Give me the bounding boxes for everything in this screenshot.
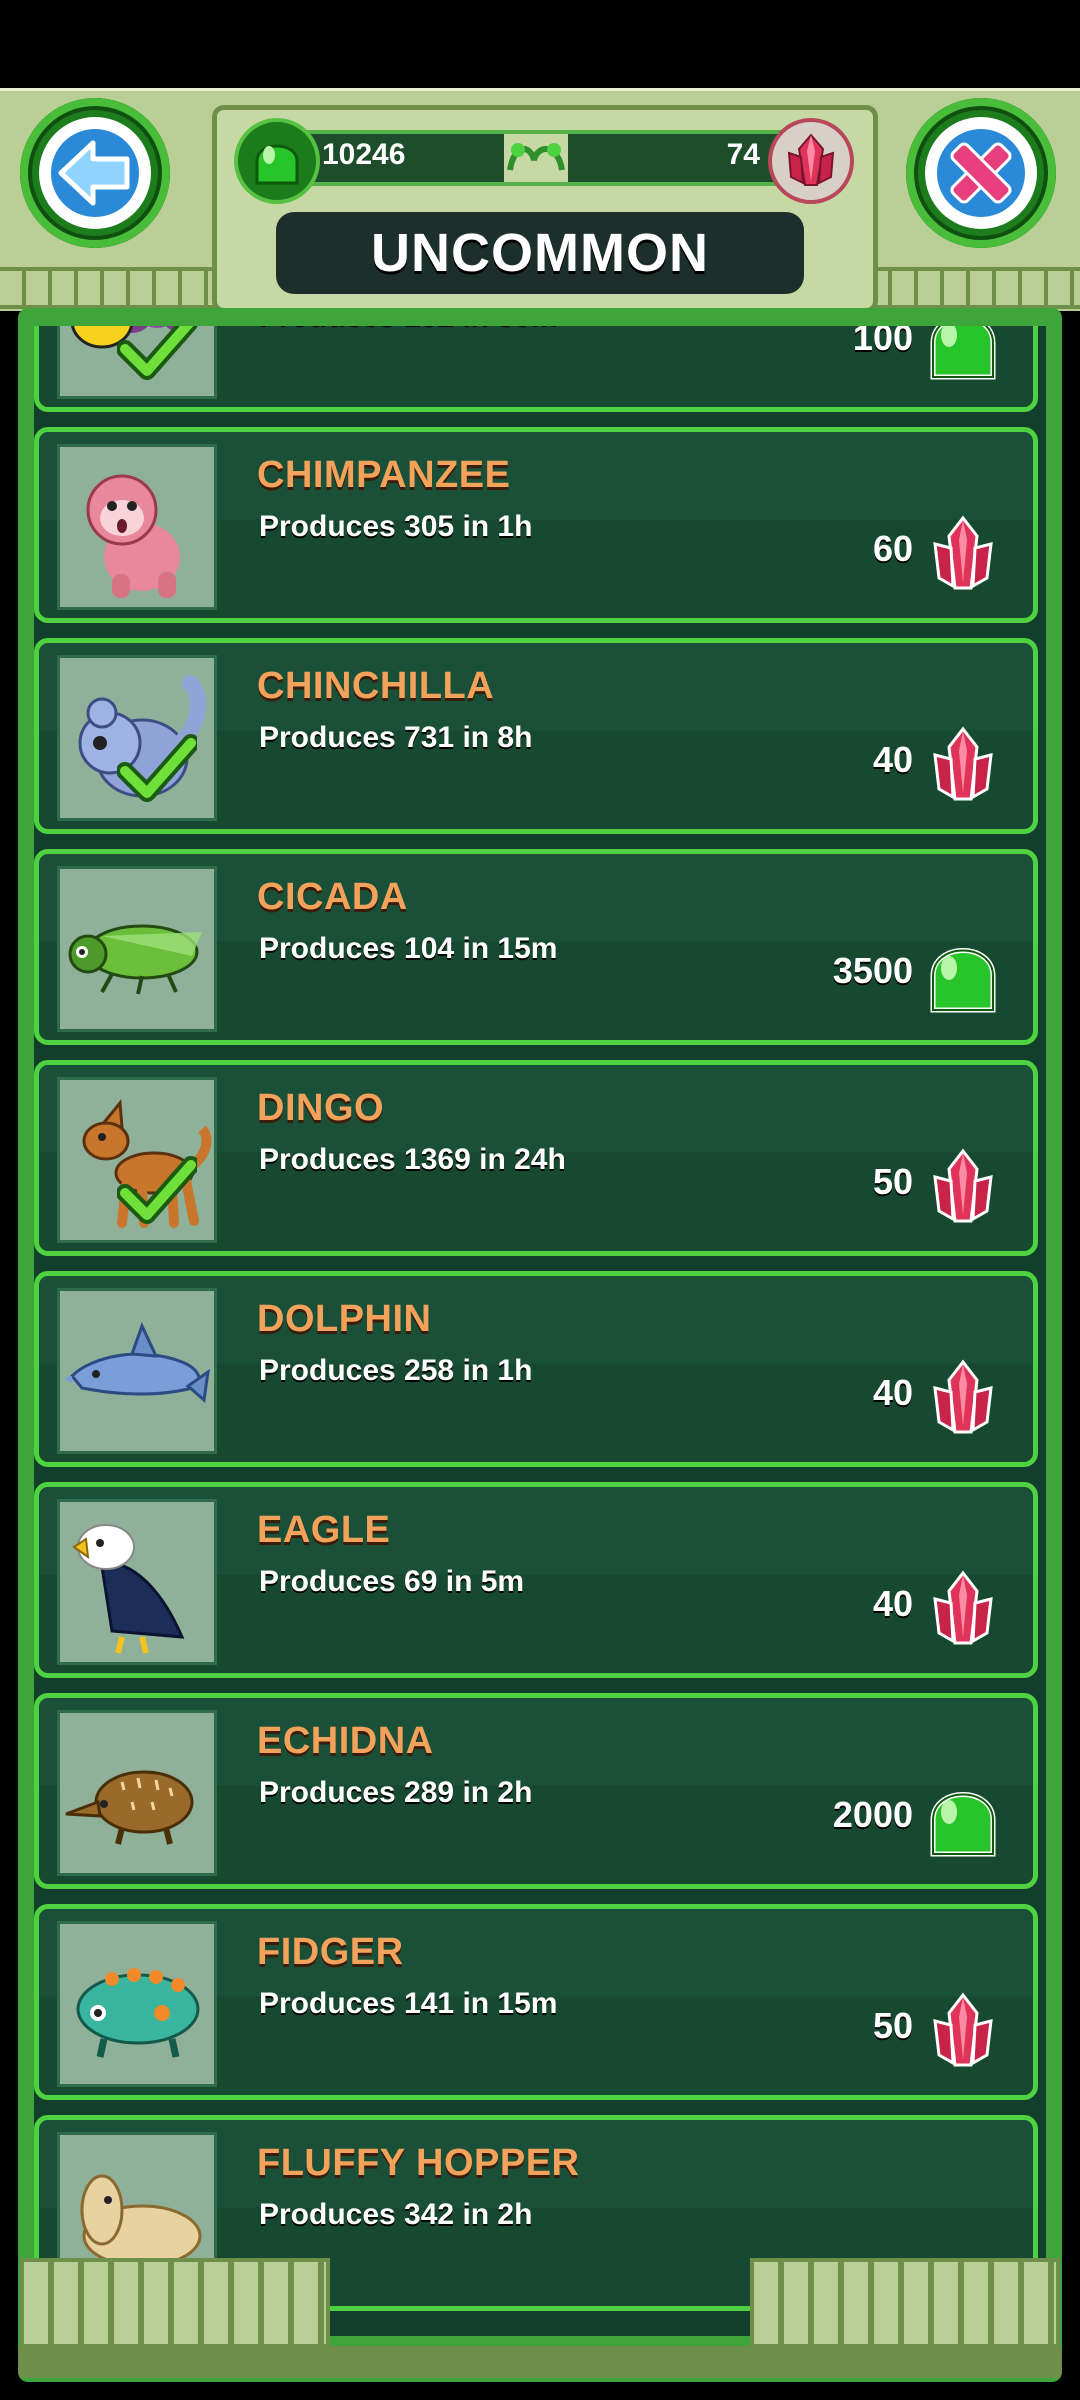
item-name: FIDGER bbox=[257, 1931, 404, 1973]
footer-ornament-left bbox=[20, 2258, 330, 2348]
footer-bar bbox=[18, 2346, 1062, 2378]
owned-check-icon bbox=[116, 727, 200, 807]
item-card-partial[interactable]: Produces 132 in 30m 100 bbox=[34, 326, 1038, 412]
crystal-icon[interactable] bbox=[927, 1358, 999, 1438]
chimpanzee-icon bbox=[57, 444, 217, 610]
item-price[interactable]: 40 bbox=[873, 1372, 913, 1414]
item-production: Produces 305 in 1h bbox=[259, 510, 533, 543]
item-production: Produces 1369 in 24h bbox=[259, 1143, 566, 1176]
item-price[interactable]: 100 bbox=[853, 326, 913, 359]
close-x-icon bbox=[925, 117, 1037, 229]
jelly-icon[interactable] bbox=[927, 936, 999, 1016]
jelly-icon bbox=[255, 144, 299, 185]
item-card-dolphin[interactable]: DOLPHIN Produces 258 in 1h 40 bbox=[34, 1271, 1038, 1467]
currency-divider bbox=[504, 134, 568, 182]
close-button[interactable] bbox=[906, 98, 1056, 248]
item-name: DOLPHIN bbox=[257, 1298, 432, 1340]
fidger-icon bbox=[57, 1921, 217, 2087]
item-card-eagle[interactable]: EAGLE Produces 69 in 5m 40 bbox=[34, 1482, 1038, 1678]
back-button[interactable] bbox=[20, 98, 170, 248]
crystal-icon[interactable] bbox=[927, 514, 999, 594]
item-name: CICADA bbox=[257, 876, 408, 918]
item-price[interactable]: 40 bbox=[873, 739, 913, 781]
jelly-orb bbox=[234, 118, 320, 204]
item-production: Produces 731 in 8h bbox=[259, 721, 533, 754]
item-production: Produces 69 in 5m bbox=[259, 1565, 525, 1598]
item-card-dingo[interactable]: DINGO Produces 1369 in 24h 50 bbox=[34, 1060, 1038, 1256]
crystal-icon[interactable] bbox=[927, 1991, 999, 2071]
header-rail-right bbox=[866, 267, 1080, 309]
item-card-fidger[interactable]: FIDGER Produces 141 in 15m 50 bbox=[34, 1904, 1038, 2100]
item-card-chinchilla[interactable]: CHINCHILLA Produces 731 in 8h 40 bbox=[34, 638, 1038, 834]
item-card-echidna[interactable]: ECHIDNA Produces 289 in 2h 2000 bbox=[34, 1693, 1038, 1889]
eagle-icon bbox=[57, 1499, 217, 1665]
owned-check-icon bbox=[116, 1149, 200, 1229]
item-list-viewport[interactable]: Produces 132 in 30m 100 CHIMPANZEE Produces… bbox=[34, 326, 1046, 2336]
footer-ornament-right bbox=[750, 2258, 1060, 2348]
crystal-icon[interactable] bbox=[927, 1569, 999, 1649]
item-production: Produces 132 in 30m bbox=[259, 326, 557, 333]
item-production: Produces 104 in 15m bbox=[259, 932, 558, 965]
crystal-icon bbox=[787, 133, 835, 186]
item-name: CHINCHILLA bbox=[257, 665, 495, 707]
item-name: DINGO bbox=[257, 1087, 385, 1129]
echidna-icon bbox=[57, 1710, 217, 1876]
crystal-icon[interactable] bbox=[927, 725, 999, 805]
item-price[interactable]: 60 bbox=[873, 528, 913, 570]
jelly-count: 10246 bbox=[322, 138, 406, 171]
crystal-icon[interactable] bbox=[927, 1147, 999, 1227]
dolphin-icon bbox=[57, 1288, 217, 1454]
back-arrow-icon bbox=[39, 117, 151, 229]
item-production: Produces 141 in 15m bbox=[259, 1987, 558, 2020]
jelly-icon[interactable] bbox=[927, 326, 999, 383]
item-name: FLUFFY HOPPER bbox=[257, 2142, 580, 2184]
item-price[interactable]: 3500 bbox=[833, 950, 913, 992]
item-card-chimpanzee[interactable]: CHIMPANZEE Produces 305 in 1h 60 bbox=[34, 427, 1038, 623]
cicada-icon bbox=[57, 866, 217, 1032]
item-name: CHIMPANZEE bbox=[257, 454, 511, 496]
category-title: UNCOMMON bbox=[276, 212, 804, 294]
item-production: Produces 342 in 2h bbox=[259, 2198, 533, 2231]
item-price[interactable]: 2000 bbox=[833, 1794, 913, 1836]
item-price[interactable]: 50 bbox=[873, 1161, 913, 1203]
header-rail-left bbox=[0, 267, 214, 309]
status-bar bbox=[0, 0, 1080, 88]
item-price[interactable]: 40 bbox=[873, 1583, 913, 1625]
crystal-orb bbox=[768, 118, 854, 204]
owned-check-icon bbox=[116, 326, 199, 385]
jelly-icon[interactable] bbox=[927, 1780, 999, 1860]
item-name: EAGLE bbox=[257, 1509, 391, 1551]
item-production: Produces 289 in 2h bbox=[259, 1776, 533, 1809]
crystal-count: 74 bbox=[726, 138, 760, 171]
leaf-ornament-icon bbox=[507, 143, 565, 171]
item-card-cicada[interactable]: CICADA Produces 104 in 15m 3500 bbox=[34, 849, 1038, 1045]
item-production: Produces 258 in 1h bbox=[259, 1354, 533, 1387]
item-name: ECHIDNA bbox=[257, 1720, 434, 1762]
item-price[interactable]: 50 bbox=[873, 2005, 913, 2047]
